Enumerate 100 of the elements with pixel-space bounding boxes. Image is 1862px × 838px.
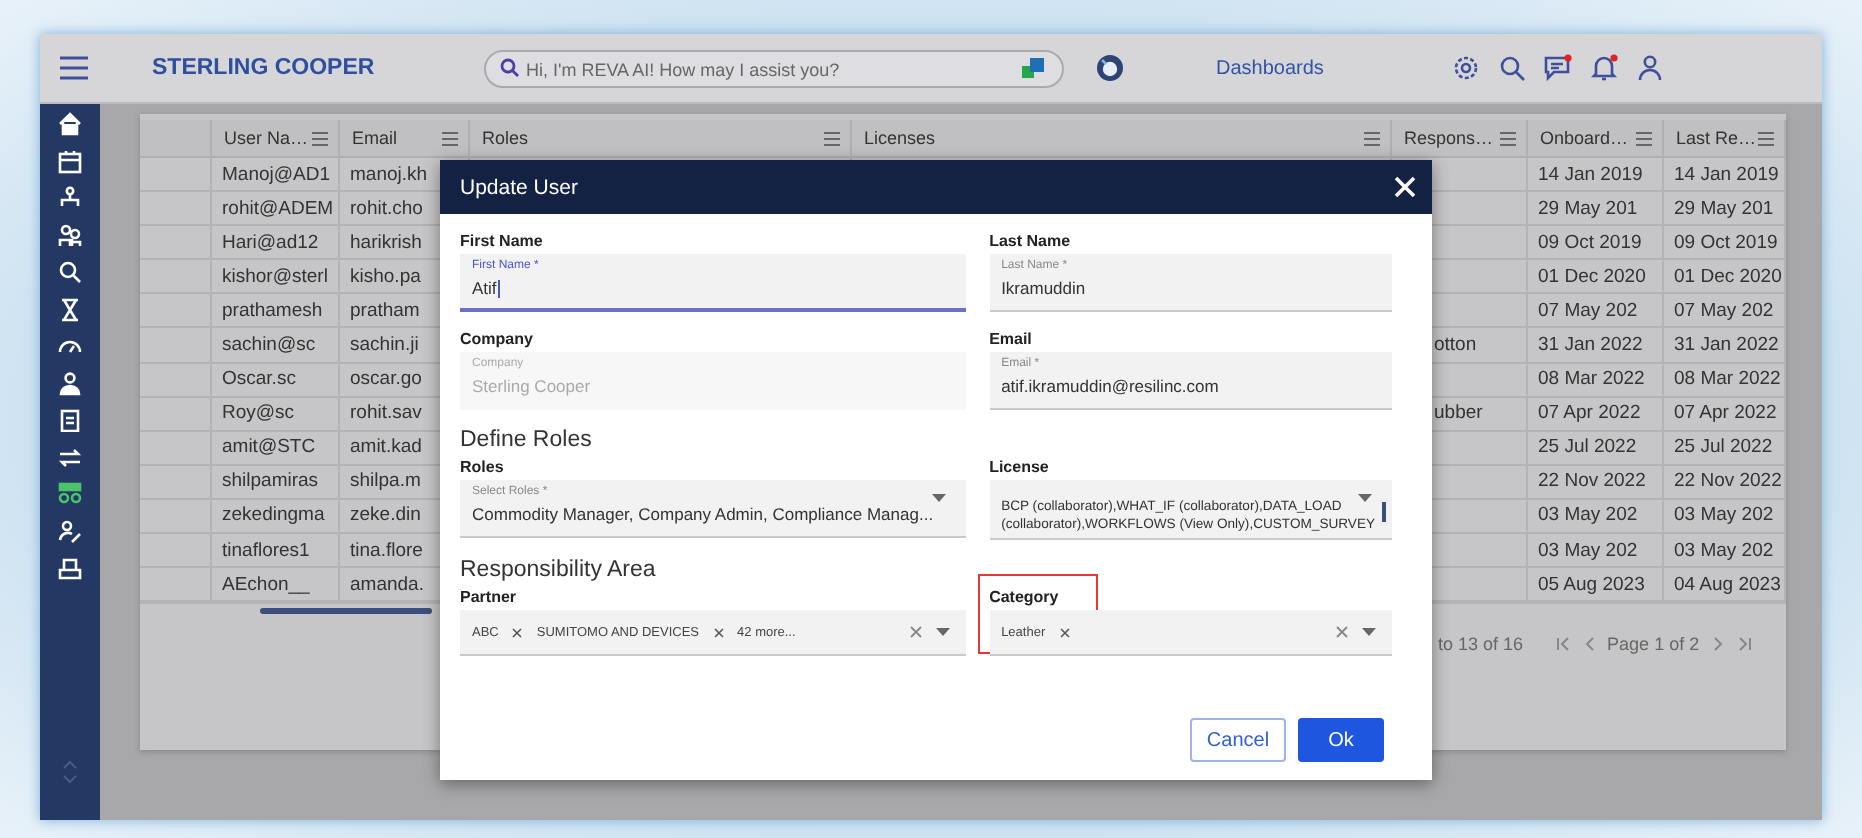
- caret-icon[interactable]: [1362, 628, 1376, 636]
- column-header[interactable]: Licenses: [852, 120, 1392, 158]
- person-icon[interactable]: [58, 371, 82, 395]
- table-cell: 29 May 201: [1664, 192, 1786, 227]
- table-cell: Hari@ad12: [212, 226, 340, 261]
- table-cell: sachin@sc: [212, 328, 340, 364]
- remove-icon[interactable]: [713, 627, 724, 637]
- row-count: to 13 of 16: [1438, 634, 1524, 655]
- table-cell: shilpamiras: [212, 465, 340, 500]
- person-edit-icon[interactable]: [58, 519, 82, 543]
- table-cell: tinaflores1: [212, 534, 340, 569]
- menu-icon[interactable]: [312, 131, 328, 145]
- table-cell: 05 Aug 2023: [1528, 568, 1664, 603]
- caret-icon[interactable]: [935, 628, 950, 636]
- remove-icon[interactable]: [512, 627, 523, 637]
- chat-icon[interactable]: [1544, 54, 1572, 82]
- table-cell: [140, 534, 212, 569]
- dashboards-link[interactable]: Dashboards: [1216, 57, 1452, 79]
- table-cell: 09 Oct 2019: [1528, 226, 1664, 261]
- table-cell: [140, 465, 212, 500]
- bot-icon[interactable]: [1096, 54, 1124, 82]
- ok-button[interactable]: Ok: [1298, 718, 1384, 762]
- menu-icon[interactable]: [1500, 131, 1516, 145]
- table-cell: 07 Apr 2022: [1664, 397, 1786, 432]
- table-cell: 01 Dec 2020: [1664, 260, 1786, 295]
- column-header[interactable]: Respons…: [1392, 120, 1528, 158]
- table-cell: prathamesh: [212, 294, 340, 329]
- table-cell: AEchon__: [212, 568, 340, 603]
- table-cell: amit@STC: [212, 431, 340, 466]
- field-label: Category: [989, 588, 1059, 606]
- table-cell: [140, 431, 212, 466]
- scrollbar-thumb[interactable]: [1382, 502, 1386, 522]
- tray-icon[interactable]: [58, 556, 82, 580]
- menu-icon[interactable]: [1636, 131, 1652, 145]
- table-cell: 07 Apr 2022: [1528, 397, 1664, 432]
- menu-icon[interactable]: [1364, 131, 1380, 145]
- table-cell: 29 May 201: [1528, 192, 1664, 227]
- menu-icon[interactable]: [60, 56, 88, 80]
- clipboard-icon[interactable]: [58, 408, 82, 432]
- table-cell: [140, 226, 212, 261]
- table-cell: [140, 328, 212, 364]
- table-cell: 22 Nov 2022: [1664, 465, 1786, 500]
- table-cell: [140, 192, 212, 227]
- menu-icon[interactable]: [824, 131, 840, 145]
- table-cell: 07 May 202: [1528, 294, 1664, 329]
- table-cell: kishor@sterl: [212, 260, 340, 295]
- user-icon[interactable]: [1636, 54, 1664, 82]
- caret-icon[interactable]: [1358, 494, 1372, 502]
- table-cell: 03 May 202: [1664, 499, 1786, 535]
- search-icon: [500, 58, 520, 78]
- table-cell: 22 Nov 2022: [1528, 465, 1664, 500]
- settings-icon[interactable]: [1452, 54, 1480, 82]
- table-cell: 14 Jan 2019: [1664, 158, 1786, 193]
- remove-icon[interactable]: [1059, 627, 1070, 637]
- clear-icon[interactable]: [1336, 626, 1348, 638]
- field-label: Last Name: [989, 232, 1071, 250]
- close-icon[interactable]: [1394, 176, 1416, 198]
- field-label: License: [989, 458, 1049, 476]
- menu-icon[interactable]: [1758, 131, 1774, 145]
- table-cell: [140, 397, 212, 432]
- clear-icon[interactable]: [909, 626, 922, 638]
- table-cell: [140, 363, 212, 398]
- column-header[interactable]: Last Re…: [1664, 120, 1786, 158]
- hourglass-icon[interactable]: [58, 297, 82, 321]
- table-cell: 03 May 202: [1528, 534, 1664, 569]
- table-cell: 09 Oct 2019: [1664, 226, 1786, 261]
- calendar-icon[interactable]: [58, 149, 82, 173]
- cube-icon[interactable]: [1022, 57, 1044, 79]
- table-cell: 08 Mar 2022: [1664, 363, 1786, 398]
- column-header[interactable]: Email: [340, 120, 470, 158]
- column-header[interactable]: Onboard…: [1528, 120, 1664, 158]
- table-cell: 07 May 202: [1664, 294, 1786, 329]
- table-cell: [140, 294, 212, 329]
- table-cell: 14 Jan 2019: [1528, 158, 1664, 193]
- search-field[interactable]: Hi, I'm REVA AI! How may I assist you?: [484, 50, 1064, 88]
- table-cell: [140, 158, 212, 193]
- group-icon[interactable]: [58, 223, 82, 247]
- transfer-icon[interactable]: [58, 445, 82, 469]
- column-header[interactable]: User Na…: [212, 120, 340, 158]
- home-icon[interactable]: [58, 112, 82, 136]
- table-cell: Oscar.sc: [212, 363, 340, 398]
- brand-name: STERLING COOPER: [152, 56, 377, 80]
- cancel-button[interactable]: Cancel: [1190, 718, 1286, 762]
- table-cell: [140, 260, 212, 295]
- table-cell: 25 Jul 2022: [1664, 431, 1786, 466]
- table-cell: 31 Jan 2022: [1528, 328, 1664, 364]
- search-icon[interactable]: [1498, 54, 1526, 82]
- search-person-icon[interactable]: [58, 260, 82, 284]
- field-label: Email: [989, 330, 1032, 348]
- column-header[interactable]: Roles: [470, 120, 852, 158]
- network-icon[interactable]: [58, 482, 82, 506]
- scrollbar-thumb[interactable]: [260, 608, 432, 615]
- caret-icon[interactable]: [931, 494, 946, 502]
- table-cell: Roy@sc: [212, 397, 340, 432]
- table-cell: 31 Jan 2022: [1664, 328, 1786, 364]
- bell-icon[interactable]: [1590, 54, 1618, 82]
- menu-icon[interactable]: [442, 131, 458, 145]
- hierarchy-icon[interactable]: [58, 186, 82, 210]
- table-cell: [140, 499, 212, 535]
- table-cell: Manoj@AD1: [212, 158, 340, 193]
